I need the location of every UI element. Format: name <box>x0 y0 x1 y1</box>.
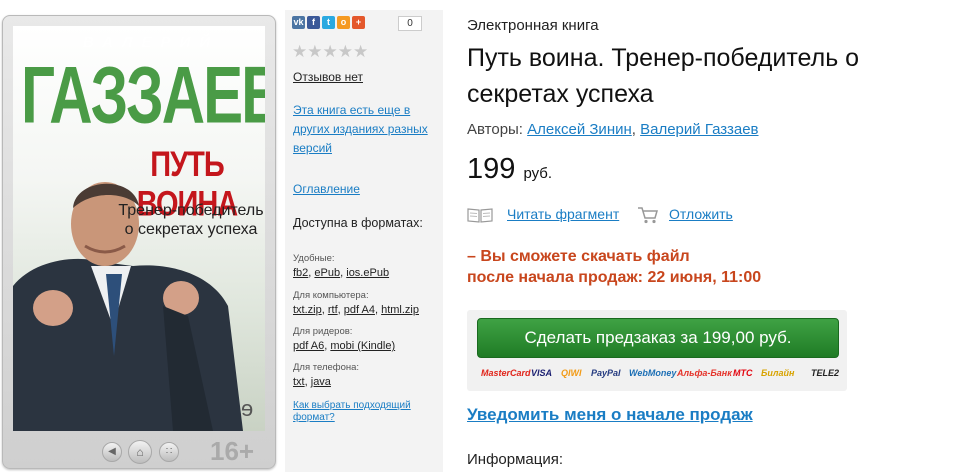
preorder-button[interactable]: Сделать предзаказ за 199,00 руб. <box>477 318 839 358</box>
price-currency: руб. <box>523 165 553 182</box>
format-link-rtf[interactable]: rtf <box>328 304 338 316</box>
read-fragment-action: Читать фрагмент <box>507 206 619 222</box>
cover-author-last-name: ГАЗЗАЕВ <box>21 49 265 140</box>
reviews-link[interactable]: Отзывов нет <box>293 70 363 84</box>
share-count: 0 <box>398 16 422 31</box>
product-kind: Электронная книга <box>467 17 599 34</box>
facebook-icon[interactable]: f <box>307 16 320 29</box>
rating-stars[interactable]: ★★★★★ <box>292 42 368 62</box>
payment-logo-paypal: PayPal <box>591 368 621 378</box>
book-reader: ВАЛЕРИЙ ГАЗЗАЕВ ПУТЬ ВОИНА Тренер-победи… <box>2 15 276 469</box>
format-group-label: Для телефона: <box>293 362 360 373</box>
format-group-phone: Для телефона: txt, java <box>293 362 360 388</box>
page-title: Путь воина. Тренер-победитель о секретах… <box>467 44 860 108</box>
price: 199 руб. <box>467 153 552 186</box>
format-link-txt-zip[interactable]: txt.zip <box>293 304 322 316</box>
book-sidebar: vk f t o + 0 ★★★★★ Отзывов нет Эта книга… <box>285 10 443 472</box>
format-group-label: Для ридеров: <box>293 326 353 337</box>
format-link-ios-epub[interactable]: ios.ePub <box>346 267 389 279</box>
reader-controls: ◀ ⌂ ∷ 16+ <box>3 434 275 466</box>
home-icon[interactable]: ⌂ <box>128 440 152 464</box>
format-group-label: Для компьютера: <box>293 290 369 301</box>
grid-icon[interactable]: ∷ <box>159 442 179 462</box>
payment-logo-tele2: TELE2 <box>811 368 840 378</box>
payment-logo-qiwi: QIWI <box>561 368 582 378</box>
payment-logo-webmoney: WebMoney <box>629 368 677 378</box>
purchase-box: Сделать предзаказ за 199,00 руб. MasterC… <box>467 310 847 391</box>
age-rating-badge: 16+ <box>210 436 255 466</box>
payment-methods: MasterCard VISA QIWI PayPal WebMoney Аль… <box>481 366 841 384</box>
payment-logo-mastercard: MasterCard <box>481 368 531 378</box>
odnoklassniki-icon[interactable]: o <box>337 16 350 29</box>
cover-subtitle: Тренер-победитель о секретах успеха <box>118 202 264 238</box>
notice-line: после начала продаж: 22 июня, 11:00 <box>467 269 762 286</box>
author-link[interactable]: Алексей Зинин <box>527 121 632 138</box>
postpone-action: Отложить <box>669 206 733 222</box>
authors-line: Авторы: Алексей Зинин, Валерий Газзаев <box>467 121 759 138</box>
choose-format-help-link[interactable]: Как выбрать подходящий формат? <box>293 400 438 424</box>
format-link-pdf-a4[interactable]: pdf A4 <box>344 304 375 316</box>
plus-icon[interactable]: + <box>352 16 365 29</box>
twitter-icon[interactable]: t <box>322 16 335 29</box>
payment-logo-alfa: Альфа-Банк <box>677 368 732 378</box>
open-book-icon <box>467 208 493 223</box>
previous-page-icon[interactable]: ◀ <box>102 442 122 462</box>
postpone-link[interactable]: Отложить <box>669 206 733 222</box>
format-link-java[interactable]: java <box>311 376 331 388</box>
format-link-html-zip[interactable]: html.zip <box>381 304 419 316</box>
table-of-contents-link[interactable]: Оглавление <box>293 182 360 196</box>
info-heading: Информация: <box>467 451 564 468</box>
other-editions-link[interactable]: Эта книга есть еще в других изданиях раз… <box>293 101 438 158</box>
format-group-convenient: Удобные: fb2, ePub, ios.ePub <box>293 253 390 279</box>
format-link-pdf-a6[interactable]: pdf A6 <box>293 340 324 352</box>
format-group-readers: Для ридеров: pdf A6, mobi (Kindle) <box>293 326 396 352</box>
payment-logo-beeline: Билайн <box>761 368 795 378</box>
format-link-fb2[interactable]: fb2 <box>293 267 308 279</box>
payment-logo-mts: МТС <box>733 368 753 378</box>
notify-sale-start-link[interactable]: Уведомить меня о начале продаж <box>467 405 753 425</box>
price-value: 199 <box>467 153 516 185</box>
format-link-txt[interactable]: txt <box>293 376 305 388</box>
publisher-logo-icon: ɘ <box>241 396 254 421</box>
authors-label: Авторы: <box>467 121 523 138</box>
read-fragment-link[interactable]: Читать фрагмент <box>507 206 619 222</box>
cart-icon <box>638 207 658 224</box>
vk-icon[interactable]: vk <box>292 16 305 29</box>
format-group-label: Удобные: <box>293 253 335 264</box>
format-group-computer: Для компьютера: txt.zip, rtf, pdf A4, ht… <box>293 290 419 316</box>
payment-logo-visa: VISA <box>531 368 553 378</box>
format-link-mobi[interactable]: mobi (Kindle) <box>330 340 395 352</box>
formats-title: Доступна в форматах: <box>293 216 423 230</box>
format-link-epub[interactable]: ePub <box>314 267 340 279</box>
author-link[interactable]: Валерий Газзаев <box>640 121 758 138</box>
notice-line: – Вы сможете скачать файл <box>467 248 690 265</box>
book-cover[interactable]: ВАЛЕРИЙ ГАЗЗАЕВ ПУТЬ ВОИНА Тренер-победи… <box>13 26 265 431</box>
sale-start-notice: – Вы сможете скачать файл после начала п… <box>467 246 887 288</box>
